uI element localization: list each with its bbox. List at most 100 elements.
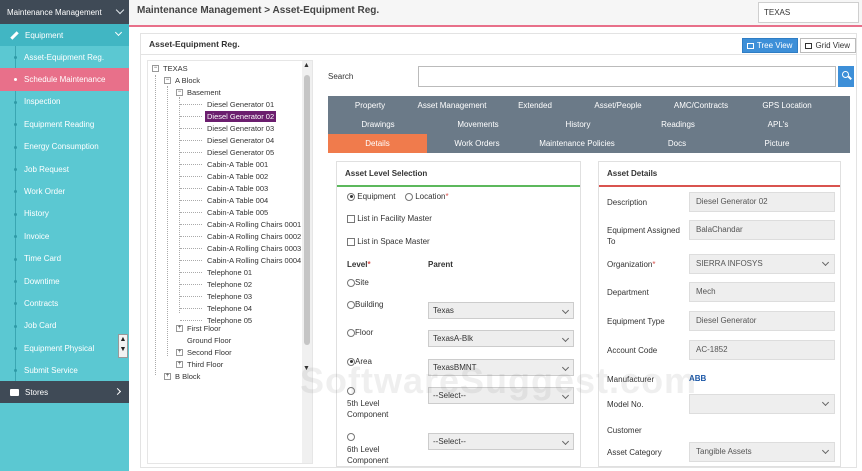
level-option[interactable]: Area <box>347 357 417 366</box>
sidebar-section-equipment[interactable]: Equipment <box>0 24 129 46</box>
search-input[interactable] <box>418 66 836 87</box>
detail-field[interactable]: AC-1852 <box>689 340 835 360</box>
expand-toggle[interactable]: + <box>164 373 171 380</box>
site-selector[interactable]: TEXAS <box>758 2 859 23</box>
sidebar-section-stores[interactable]: Stores <box>0 381 129 403</box>
tab-movements[interactable]: Movements <box>428 115 528 134</box>
tab-picture[interactable]: Picture <box>727 134 827 153</box>
tree-node-floor[interactable]: Ground Floor <box>185 335 233 346</box>
sidebar-header[interactable]: Maintenance Management <box>0 0 129 24</box>
sidebar-item-submit-service[interactable]: Submit Service <box>0 359 129 381</box>
collapse-toggle[interactable]: − <box>152 65 159 72</box>
tree-node-floor[interactable]: Third Floor <box>185 359 225 370</box>
sidebar-item-energy-consumption[interactable]: Energy Consumption <box>0 136 129 158</box>
equipment-radio[interactable] <box>347 192 355 201</box>
grid-view-button[interactable]: Grid View <box>800 38 856 53</box>
sidebar-item-contracts[interactable]: Contracts <box>0 292 129 314</box>
location-option[interactable]: Location* <box>405 192 449 201</box>
sidebar-item-work-order[interactable]: Work Order <box>0 180 129 202</box>
scroll-down-icon[interactable]: ▼ <box>303 365 310 372</box>
tree-node-block-a[interactable]: A Block <box>173 75 202 86</box>
sidebar-item-job-card[interactable]: Job Card <box>0 315 129 337</box>
list-facility-checkbox[interactable] <box>347 214 355 223</box>
tree-node-asset[interactable]: Diesel Generator 02 <box>205 111 277 122</box>
detail-field[interactable]: BalaChandar <box>689 220 835 240</box>
tree-node-asset[interactable]: Cabin-A Table 003 <box>205 183 270 194</box>
tree-node-basement[interactable]: Basement <box>185 87 223 98</box>
tab-amc-contracts[interactable]: AMC/Contracts <box>658 96 744 115</box>
parent-select[interactable]: --Select-- <box>428 433 574 450</box>
tree-node-root[interactable]: TEXAS <box>161 63 190 74</box>
level-radio[interactable] <box>347 328 355 337</box>
detail-field[interactable]: Diesel Generator 02 <box>689 192 835 212</box>
sidebar-item-time-card[interactable]: Time Card <box>0 248 129 270</box>
sidebar-item-invoice[interactable]: Invoice <box>0 225 129 247</box>
detail-field[interactable] <box>689 394 835 414</box>
tab-asset-management[interactable]: Asset Management <box>412 96 492 115</box>
level-option[interactable]: Site <box>347 278 417 287</box>
tree-node-asset[interactable]: Telephone 02 <box>205 279 254 290</box>
tree-node-asset[interactable]: Cabin-A Table 005 <box>205 207 270 218</box>
tree-node-asset[interactable]: Cabin-A Rolling Chairs 0001 <box>205 219 303 230</box>
tab-asset-people[interactable]: Asset/People <box>578 96 658 115</box>
tab-history[interactable]: History <box>528 115 628 134</box>
expand-toggle[interactable]: + <box>176 349 183 356</box>
tree-node-asset[interactable]: Cabin-A Table 002 <box>205 171 270 182</box>
tree-scrollbar[interactable]: ▲ ▼ <box>302 61 312 463</box>
sidebar-item-job-request[interactable]: Job Request <box>0 158 129 180</box>
collapse-toggle[interactable]: − <box>176 89 183 96</box>
sidebar-item-equipment-physical[interactable]: Equipment Physical <box>0 337 129 359</box>
detail-field[interactable]: SIERRA INFOSYS <box>689 254 835 274</box>
tree-node-asset[interactable]: Cabin-A Table 004 <box>205 195 270 206</box>
parent-select[interactable]: TexasA-Blk <box>428 330 574 347</box>
tab-readings[interactable]: Readings <box>628 115 728 134</box>
tab-drawings[interactable]: Drawings <box>328 115 428 134</box>
level-radio[interactable] <box>347 278 355 287</box>
level-radio[interactable] <box>347 300 355 309</box>
level-option[interactable]: 5th Level Component <box>347 385 417 420</box>
tree-node-asset[interactable]: Telephone 01 <box>205 267 254 278</box>
scroll-up-icon[interactable]: ▲ <box>303 62 310 69</box>
sidebar-item-history[interactable]: History <box>0 203 129 225</box>
detail-field[interactable]: Tangible Assets <box>689 442 835 462</box>
tab-docs[interactable]: Docs <box>627 134 727 153</box>
level-radio[interactable] <box>347 432 355 441</box>
sidebar-item-asset-equipment-reg[interactable]: Asset-Equipment Reg. <box>0 46 129 68</box>
tree-node-floor[interactable]: First Floor <box>185 323 223 334</box>
scroll-down-icon[interactable]: ▼ <box>119 345 127 355</box>
list-facility-option[interactable]: List in Facility Master <box>347 214 432 223</box>
list-space-option[interactable]: List in Space Master <box>347 237 430 246</box>
expand-toggle[interactable]: + <box>176 361 183 368</box>
sidebar-item-downtime[interactable]: Downtime <box>0 270 129 292</box>
detail-field[interactable]: Diesel Generator <box>689 311 835 331</box>
tab-details[interactable]: Details <box>328 134 427 153</box>
scroll-thumb[interactable] <box>304 75 310 345</box>
tab-property[interactable]: Property <box>328 96 412 115</box>
sidebar-item-schedule-maintenance[interactable]: Schedule Maintenance <box>0 68 129 91</box>
tab-extended[interactable]: Extended <box>492 96 578 115</box>
tree-node-asset[interactable]: Cabin-A Rolling Chairs 0002 <box>205 231 303 242</box>
parent-select[interactable]: Texas <box>428 302 574 319</box>
tree-node-block-b[interactable]: B Block <box>173 371 202 382</box>
level-option[interactable]: Building <box>347 300 417 309</box>
tree-node-asset[interactable]: Diesel Generator 01 <box>205 99 276 110</box>
tab-maintenance-policies[interactable]: Maintenance Policies <box>527 134 627 153</box>
tree-node-asset[interactable]: Telephone 04 <box>205 303 254 314</box>
tree-view-button[interactable]: Tree View <box>741 38 799 53</box>
collapse-toggle[interactable]: − <box>164 77 171 84</box>
sidebar-item-equipment-reading[interactable]: Equipment Reading <box>0 113 129 135</box>
tree-node-asset[interactable]: Telephone 03 <box>205 291 254 302</box>
level-option[interactable]: Floor <box>347 328 417 337</box>
tree-node-floor[interactable]: Second Floor <box>185 347 234 358</box>
tree-node-asset[interactable]: Cabin-A Table 001 <box>205 159 270 170</box>
list-space-checkbox[interactable] <box>347 237 355 246</box>
tree-node-asset[interactable]: Cabin-A Rolling Chairs 0004 <box>205 255 303 266</box>
sidebar-scrollbar[interactable]: ▲ ▼ <box>118 334 128 358</box>
detail-field[interactable]: Mech <box>689 282 835 302</box>
parent-select[interactable]: --Select-- <box>428 387 574 404</box>
level-radio[interactable] <box>347 386 355 395</box>
sidebar-item-inspection[interactable]: Inspection <box>0 91 129 113</box>
tab-gps-location[interactable]: GPS Location <box>744 96 830 115</box>
equipment-option[interactable]: Equipment <box>347 192 395 201</box>
tab-apls[interactable]: APL's <box>728 115 828 134</box>
